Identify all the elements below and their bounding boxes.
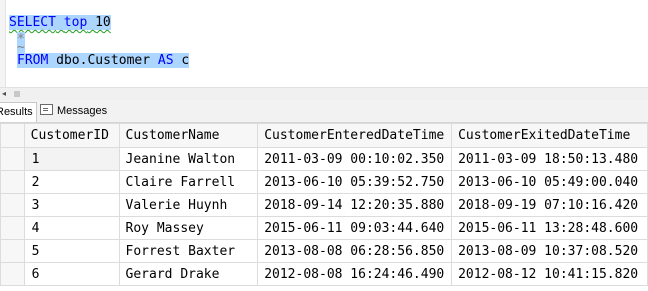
- table-cell[interactable]: 2015-06-11 13:28:48.600: [451, 216, 648, 240]
- column-header[interactable]: CustomerEnteredDateTime: [257, 123, 453, 148]
- scrollbar-thumb[interactable]: [14, 91, 20, 97]
- table-cell[interactable]: Valerie Huynh: [118, 193, 259, 217]
- messages-icon: [40, 104, 53, 115]
- table-cell[interactable]: Claire Farrell: [118, 170, 259, 194]
- table-cell[interactable]: 4: [23, 216, 120, 240]
- table-cell[interactable]: 5: [23, 239, 120, 263]
- table-cell[interactable]: 2018-09-14 12:20:35.880: [257, 193, 453, 217]
- top-count: 10: [95, 15, 111, 30]
- results-table: CustomerID CustomerName CustomerEnteredD…: [0, 123, 648, 286]
- table-cell[interactable]: Jeanine Walton: [118, 147, 259, 171]
- table-alias: c: [181, 53, 190, 68]
- row-header[interactable]: [0, 147, 25, 171]
- tab-results-label: Results: [0, 106, 33, 118]
- table-cell[interactable]: 2011-03-09 00:10:02.350: [257, 147, 453, 171]
- table-cell[interactable]: 2: [23, 170, 120, 194]
- table-row[interactable]: 6 Gerard Drake 2012-08-08 16:24:46.490 2…: [0, 262, 648, 286]
- table-cell[interactable]: 2012-08-08 16:24:46.490: [257, 262, 453, 286]
- row-header[interactable]: [0, 216, 25, 240]
- table-cell[interactable]: 1: [23, 147, 120, 171]
- header-row: CustomerID CustomerName CustomerEnteredD…: [0, 123, 648, 148]
- table-cell[interactable]: 2015-06-11 09:03:44.640: [257, 216, 453, 240]
- table-cell[interactable]: 2018-09-19 07:10:16.420: [451, 193, 648, 217]
- table-cell[interactable]: 2013-06-10 05:49:00.040: [451, 170, 648, 194]
- row-header[interactable]: [0, 193, 25, 217]
- tab-messages[interactable]: Messages: [40, 102, 107, 121]
- results-grid[interactable]: CustomerID CustomerName CustomerEnteredD…: [0, 123, 648, 291]
- keyword-as: AS: [157, 53, 174, 68]
- editor-gutter: [0, 0, 6, 87]
- tab-messages-label: Messages: [57, 105, 108, 117]
- keyword-select: SELECT: [9, 15, 56, 30]
- table-name: dbo.Customer: [56, 53, 151, 68]
- row-header[interactable]: [0, 170, 25, 194]
- table-cell[interactable]: 2013-06-10 05:39:52.750: [257, 170, 453, 194]
- table-row[interactable]: 1 Jeanine Walton 2011-03-09 00:10:02.350…: [0, 147, 648, 171]
- table-cell[interactable]: Forrest Baxter: [118, 239, 259, 263]
- table-cell[interactable]: 2013-08-08 06:28:56.850: [257, 239, 453, 263]
- table-cell[interactable]: 6: [23, 262, 120, 286]
- code-line-1: SELECT top 10: [9, 14, 111, 31]
- table-cell[interactable]: 2012-08-12 10:41:15.820: [451, 262, 648, 286]
- table-row[interactable]: 3 Valerie Huynh 2018-09-14 12:20:35.880 …: [0, 193, 648, 217]
- keyword-top: top: [63, 15, 88, 30]
- row-header[interactable]: [0, 239, 25, 263]
- column-header[interactable]: CustomerID: [23, 123, 120, 148]
- editor-horizontal-scrollbar[interactable]: ◂: [0, 87, 648, 100]
- column-header[interactable]: CustomerName: [118, 123, 259, 148]
- table-row[interactable]: 2 Claire Farrell 2013-06-10 05:39:52.750…: [0, 170, 648, 194]
- table-cell[interactable]: 3: [23, 193, 120, 217]
- table-cell[interactable]: 2013-08-09 10:37:08.520: [451, 239, 648, 263]
- row-header[interactable]: [0, 262, 25, 286]
- keyword-from: FROM: [17, 53, 49, 68]
- code-line-4: FROM dbo.Customer AS c: [17, 52, 190, 69]
- table-cell[interactable]: 2011-03-09 18:50:13.480: [451, 147, 648, 171]
- scroll-left-arrow-icon[interactable]: ◂: [2, 88, 6, 100]
- table-row[interactable]: 4 Roy Massey 2015-06-11 09:03:44.640 201…: [0, 216, 648, 240]
- table-cell[interactable]: Roy Massey: [118, 216, 259, 240]
- table-row[interactable]: 5 Forrest Baxter 2013-08-08 06:28:56.850…: [0, 239, 648, 263]
- query-editor[interactable]: SELECT top 10 * ~ FROM dbo.Customer AS c: [0, 0, 648, 87]
- table-cell[interactable]: Gerard Drake: [118, 262, 259, 286]
- grid-corner[interactable]: [0, 123, 25, 148]
- tab-results[interactable]: Results: [0, 102, 37, 122]
- results-tab-strip: Results Messages: [0, 100, 648, 123]
- column-header[interactable]: CustomerExitedDateTime: [451, 123, 648, 148]
